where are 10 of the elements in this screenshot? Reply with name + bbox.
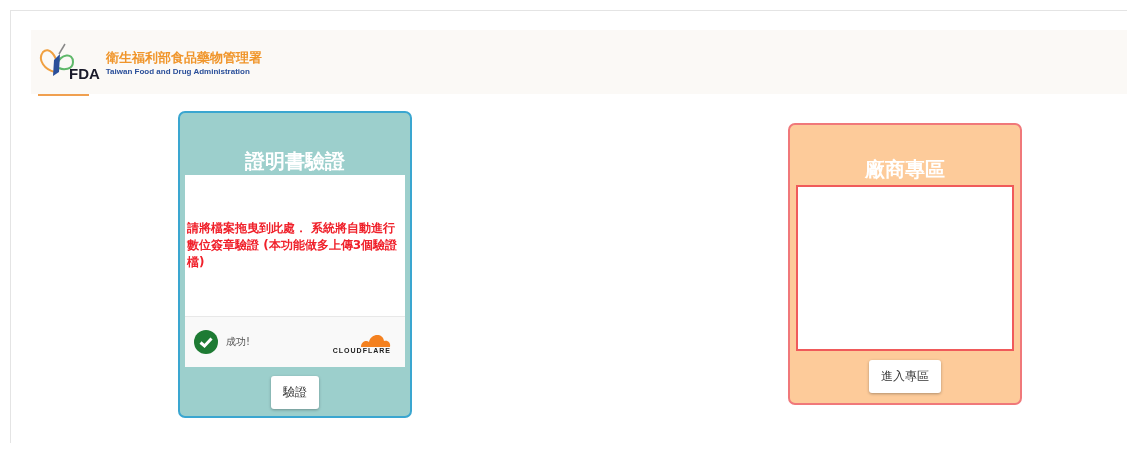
verify-button[interactable]: 驗證	[271, 376, 319, 409]
enter-button[interactable]: 進入專區	[869, 360, 941, 393]
captcha-status: 成功!	[226, 335, 251, 349]
card-title: 證明書驗證	[245, 148, 345, 175]
agency-subtitle: Taiwan Food and Drug Administration	[105, 66, 251, 76]
card-title: 廠商專區	[865, 156, 945, 183]
drop-instructions: 請將檔案拖曳到此處． 系統將自動進行數位簽章驗證 (本功能做多上傳3個驗證檔)	[186, 220, 398, 271]
logo-text: FDA	[69, 65, 100, 82]
drop-zone[interactable]: 請將檔案拖曳到此處． 系統將自動進行數位簽章驗證 (本功能做多上傳3個驗證檔)	[185, 175, 405, 316]
agency-title: 衛生福利部食品藥物管理署	[105, 48, 262, 67]
